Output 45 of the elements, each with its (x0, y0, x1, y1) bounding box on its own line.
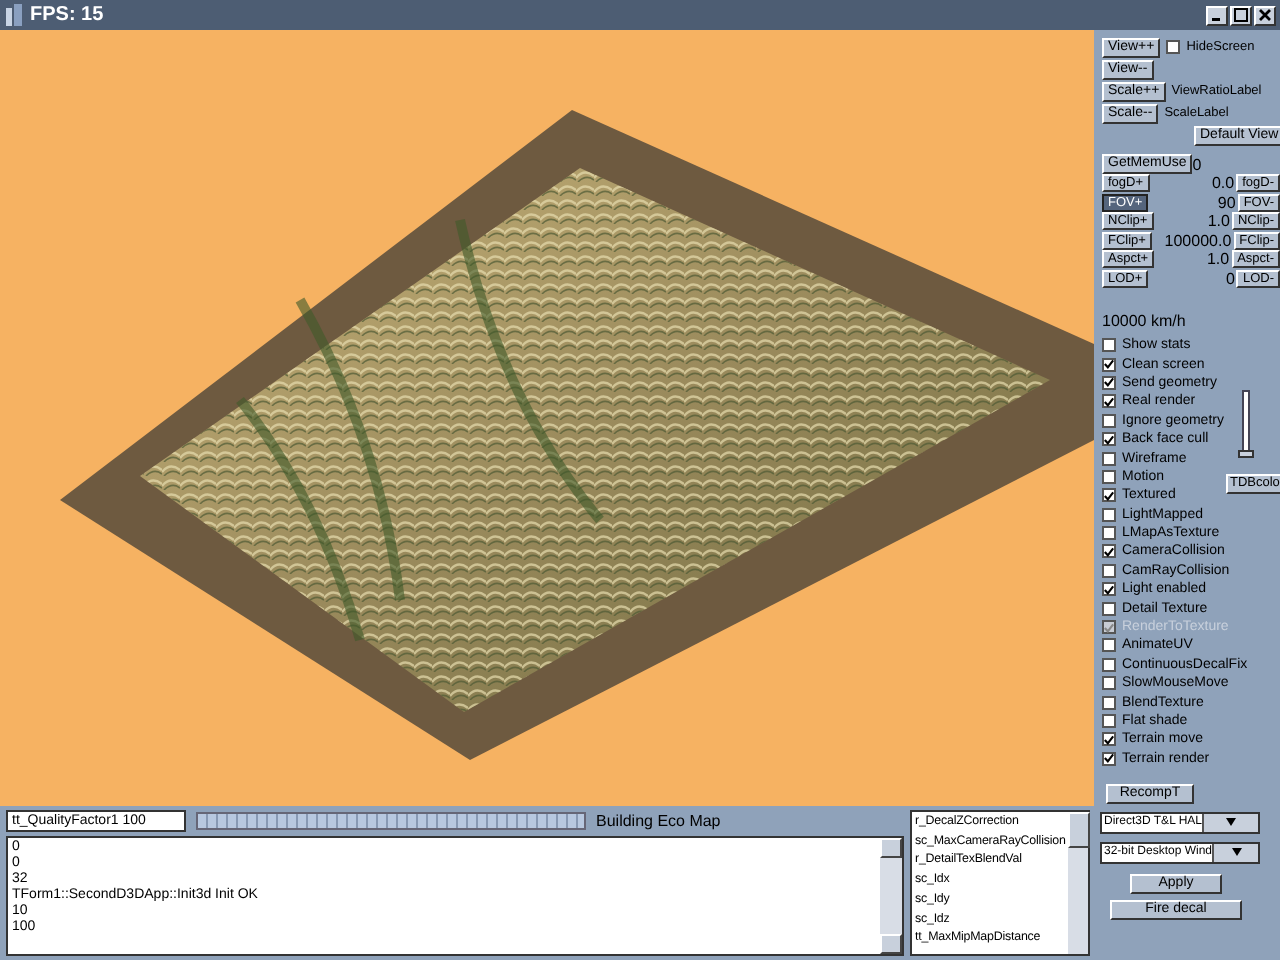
checkbox[interactable] (1102, 751, 1116, 766)
value-label: 90 (1215, 193, 1238, 212)
checkbox[interactable] (1166, 40, 1181, 54)
checkbox[interactable] (1102, 488, 1116, 503)
caret-icon (1226, 818, 1237, 827)
checkbox[interactable] (1102, 338, 1116, 353)
checkbox[interactable] (1102, 676, 1116, 691)
value-label: 0 (1224, 269, 1237, 288)
maximize-icon (1234, 8, 1248, 22)
checkbox[interactable] (1102, 601, 1116, 616)
close-icon (1258, 8, 1272, 22)
minimize-button[interactable] (1206, 5, 1228, 25)
checkbox[interactable] (1102, 544, 1116, 559)
checkbox[interactable] (1102, 582, 1116, 597)
checkbox[interactable] (1102, 526, 1116, 541)
checkbox[interactable] (1102, 413, 1116, 428)
app-icon (4, 4, 24, 26)
memory-value: 0 (1192, 155, 1202, 173)
checkbox[interactable] (1102, 357, 1116, 372)
checkbox[interactable] (1102, 451, 1116, 466)
checkbox[interactable] (1102, 695, 1116, 710)
checkbox[interactable] (1102, 657, 1116, 672)
value-label: 100000.0 (1162, 231, 1234, 250)
slider-thumb[interactable] (1238, 450, 1254, 458)
status-label: Building Eco Map (596, 812, 721, 830)
checkbox[interactable] (1102, 732, 1116, 747)
checkbox[interactable] (1102, 638, 1116, 653)
slider-track[interactable] (1242, 390, 1250, 458)
checkbox[interactable] (1102, 432, 1116, 447)
checkbox[interactable] (1102, 469, 1116, 484)
checkbox[interactable] (1102, 375, 1116, 390)
caret-icon (1231, 848, 1242, 857)
value-label: 1.0 (1204, 250, 1232, 269)
checkbox[interactable] (1102, 714, 1116, 728)
close-button[interactable] (1254, 5, 1276, 25)
checkbox[interactable] (1102, 394, 1116, 409)
scrollbar[interactable] (880, 838, 903, 954)
window-title: FPS: 15 (30, 4, 106, 26)
scrollbar[interactable] (1068, 812, 1088, 954)
value-label: 1.0 (1205, 212, 1232, 231)
checkbox[interactable] (1102, 507, 1116, 522)
speed-label: 10000 km/h (1102, 312, 1188, 330)
checkbox[interactable] (1102, 563, 1116, 578)
maximize-button[interactable] (1230, 5, 1252, 25)
value-label: 0.0 (1209, 174, 1237, 193)
